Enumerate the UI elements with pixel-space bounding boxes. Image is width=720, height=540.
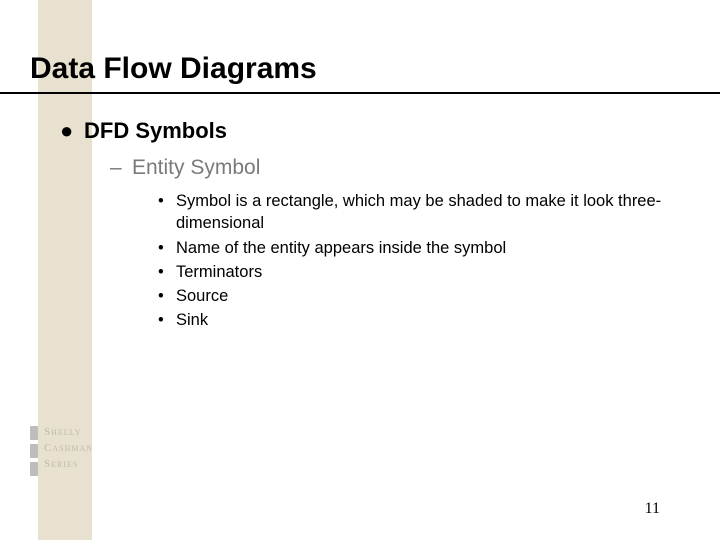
bullet-marker-l2: –: [110, 156, 132, 180]
bullet-marker-l3: •: [158, 261, 176, 283]
logo-line1: Shelly: [44, 424, 93, 440]
list-item-text: Symbol is a rectangle, which may be shad…: [176, 190, 678, 235]
logo-bars-icon: [30, 426, 38, 480]
bullet-level1: ●DFD Symbols: [60, 118, 227, 144]
bullet-text-l1: DFD Symbols: [84, 118, 227, 143]
list-item: • Source: [158, 285, 678, 307]
logo-text: Shelly Cashman Series: [44, 424, 93, 472]
publisher-logo: Shelly Cashman Series: [30, 422, 120, 480]
bullet-text-l2: Entity Symbol: [132, 156, 260, 179]
list-item-text: Source: [176, 285, 678, 307]
slide-title: Data Flow Diagrams: [30, 52, 317, 86]
list-item: • Terminators: [158, 261, 678, 283]
list-item: • Symbol is a rectangle, which may be sh…: [158, 190, 678, 235]
bullet-marker-l3: •: [158, 309, 176, 331]
bullet-level2: –Entity Symbol: [110, 156, 260, 180]
bullet-marker-l3: •: [158, 285, 176, 307]
bullet-marker-l3: •: [158, 190, 176, 235]
bullet-level3-list: • Symbol is a rectangle, which may be sh…: [158, 190, 678, 334]
logo-line2: Cashman: [44, 440, 93, 456]
bullet-marker-l3: •: [158, 237, 176, 259]
page-number: 11: [645, 500, 660, 518]
title-underline: [0, 92, 720, 94]
list-item-text: Sink: [176, 309, 678, 331]
logo-line3: Series: [44, 456, 93, 472]
list-item: • Name of the entity appears inside the …: [158, 237, 678, 259]
list-item-text: Name of the entity appears inside the sy…: [176, 237, 678, 259]
list-item-text: Terminators: [176, 261, 678, 283]
list-item: • Sink: [158, 309, 678, 331]
bullet-marker-l1: ●: [60, 118, 84, 144]
